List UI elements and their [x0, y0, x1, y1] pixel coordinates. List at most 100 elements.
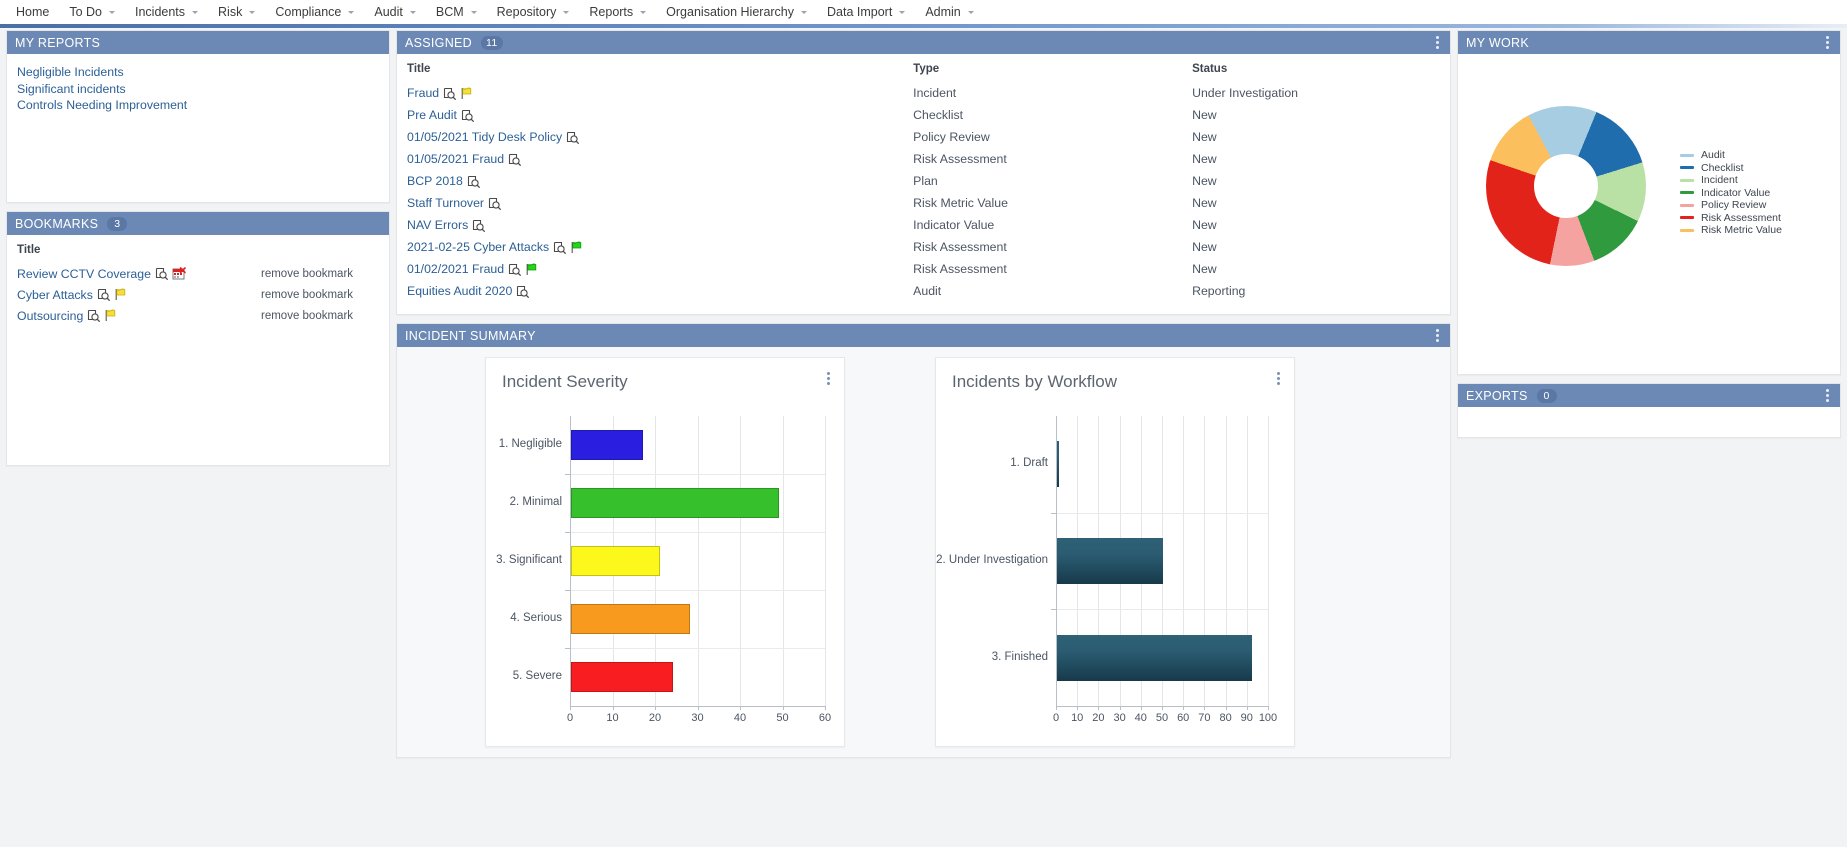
- nav-item-to-do[interactable]: To Do: [59, 0, 125, 24]
- incident-summary-options-icon[interactable]: [1433, 327, 1442, 344]
- chart-bar[interactable]: [571, 662, 673, 692]
- my-work-body: Audit Checklist Incident Indicator Value Pol…: [1458, 54, 1840, 374]
- legend-label: Checklist: [1701, 161, 1744, 174]
- dashboard-page: MY REPORTS Negligible Incidents Significa…: [0, 24, 1847, 847]
- assigned-title-link[interactable]: Staff Turnover: [407, 196, 484, 210]
- assigned-table-body: Fraud Incident Under Investigation Pre Audi…: [407, 82, 1440, 302]
- assigned-cell-title: Fraud: [407, 82, 913, 104]
- x-tick-label: 60: [818, 712, 832, 724]
- bookmark-title-link[interactable]: Outsourcing: [17, 309, 83, 323]
- incidents-by-workflow-options-icon[interactable]: [1274, 370, 1283, 387]
- legend-item[interactable]: Audit: [1680, 149, 1782, 162]
- preview-icon[interactable]: [461, 109, 474, 122]
- my-report-link[interactable]: Controls Needing Improvement: [17, 97, 187, 114]
- preview-icon[interactable]: [553, 241, 567, 254]
- flag-green-icon[interactable]: [570, 241, 583, 254]
- gridline: [1268, 416, 1269, 706]
- my-work-donut-chart: [1486, 106, 1646, 266]
- exports-title: EXPORTS: [1466, 388, 1528, 403]
- assigned-cell-type: Risk Metric Value: [913, 196, 1008, 210]
- my-report-link[interactable]: Negligible Incidents: [17, 64, 124, 81]
- preview-icon[interactable]: [566, 131, 580, 144]
- chart-bar[interactable]: [1057, 441, 1060, 488]
- gridline: [740, 416, 741, 706]
- assigned-title-link[interactable]: Fraud: [407, 86, 439, 100]
- preview-icon[interactable]: [443, 87, 457, 100]
- remove-bookmark-link[interactable]: remove bookmark: [261, 310, 379, 322]
- exports-options-icon[interactable]: [1823, 387, 1832, 404]
- preview-icon[interactable]: [467, 175, 480, 188]
- nav-item-bcm[interactable]: BCM: [426, 0, 487, 24]
- nav-item-compliance[interactable]: Compliance: [265, 0, 364, 24]
- bookmark-title-link[interactable]: Review CCTV Coverage: [17, 267, 151, 281]
- assigned-title-link[interactable]: NAV Errors: [407, 218, 468, 232]
- assigned-cell-type: Checklist: [913, 108, 964, 122]
- flag-yellow-icon[interactable]: [114, 288, 127, 301]
- legend-item[interactable]: Incident: [1680, 174, 1782, 187]
- nav-item-risk[interactable]: Risk: [208, 0, 265, 24]
- preview-icon[interactable]: [97, 288, 110, 301]
- assigned-title-link[interactable]: BCP 2018: [407, 174, 463, 188]
- assigned-cell-status: New: [1192, 196, 1217, 210]
- chart-bar[interactable]: [571, 546, 661, 576]
- flag-yellow-icon[interactable]: [104, 309, 117, 322]
- nav-item-repository[interactable]: Repository: [487, 0, 580, 24]
- assigned-title-link[interactable]: 2021-02-25 Cyber Attacks: [407, 240, 549, 254]
- incidents-by-workflow-chart-card: Incidents by Workflow 0 10 20 30 40 50 60 70 80 9…: [935, 357, 1295, 747]
- incident-summary-title: INCIDENT SUMMARY: [405, 328, 536, 343]
- preview-icon[interactable]: [472, 219, 486, 232]
- nav-item-data-import[interactable]: Data Import: [817, 0, 915, 24]
- preview-icon[interactable]: [508, 263, 522, 276]
- assigned-cell-status: Reporting: [1192, 284, 1246, 298]
- preview-icon[interactable]: [516, 285, 530, 298]
- table-row: 01/05/2021 Fraud Risk Assessment New: [407, 148, 1440, 170]
- assigned-table-header-row: Title Type Status: [407, 62, 1440, 82]
- bookmarks-header: BOOKMARKS 3: [7, 212, 389, 235]
- nav-item-home[interactable]: Home: [6, 0, 59, 24]
- remove-bookmark-link[interactable]: remove bookmark: [261, 289, 379, 301]
- bookmark-title-link[interactable]: Cyber Attacks: [17, 288, 93, 302]
- preview-icon[interactable]: [508, 153, 522, 166]
- x-tick-label: 20: [648, 712, 662, 724]
- legend-item[interactable]: Checklist: [1680, 162, 1782, 175]
- my-report-link[interactable]: Significant incidents: [17, 81, 126, 98]
- assigned-title-link[interactable]: 01/05/2021 Tidy Desk Policy: [407, 130, 562, 144]
- chart-bar[interactable]: [571, 604, 690, 634]
- bookmarks-body: Title Review CCTV Coverage remove bookmar…: [7, 235, 389, 465]
- assigned-title-link[interactable]: Equities Audit 2020: [407, 284, 512, 298]
- chart-bar[interactable]: [571, 488, 780, 518]
- assigned-title-link[interactable]: 01/05/2021 Fraud: [407, 152, 504, 166]
- nav-item-organisation-hierarchy[interactable]: Organisation Hierarchy: [656, 0, 817, 24]
- calendar-alert-icon[interactable]: [172, 267, 186, 280]
- legend-item[interactable]: Risk Assessment: [1680, 212, 1782, 225]
- preview-icon[interactable]: [488, 197, 501, 210]
- nav-item-incidents[interactable]: Incidents: [125, 0, 208, 24]
- chart-bar[interactable]: [1057, 538, 1163, 584]
- x-tick-mark: [1268, 706, 1269, 710]
- preview-icon[interactable]: [155, 267, 168, 280]
- chart-bar[interactable]: [1057, 634, 1253, 681]
- remove-bookmark-link[interactable]: remove bookmark: [261, 268, 379, 280]
- flag-yellow-icon[interactable]: [460, 87, 473, 100]
- table-row: Pre Audit Checklist New: [407, 104, 1440, 126]
- my-work-options-icon[interactable]: [1823, 34, 1832, 51]
- incident-severity-options-icon[interactable]: [824, 370, 833, 387]
- x-tick-mark: [825, 706, 826, 710]
- legend-item[interactable]: Risk Metric Value: [1680, 224, 1782, 237]
- legend-item[interactable]: Indicator Value: [1680, 187, 1782, 200]
- assigned-options-icon[interactable]: [1433, 34, 1442, 51]
- assigned-table: Title Type Status Fraud Incident Under Inv…: [407, 62, 1440, 302]
- nav-item-audit[interactable]: Audit: [364, 0, 426, 24]
- legend-label: Risk Assessment: [1701, 211, 1781, 224]
- my-reports-panel: MY REPORTS Negligible Incidents Significa…: [6, 30, 390, 203]
- preview-icon[interactable]: [87, 309, 101, 322]
- nav-item-reports[interactable]: Reports: [579, 0, 656, 24]
- legend-item[interactable]: Policy Review: [1680, 199, 1782, 212]
- nav-item-admin[interactable]: Admin: [915, 0, 983, 24]
- flag-green-icon[interactable]: [525, 263, 538, 276]
- chevron-down-icon: [801, 10, 808, 14]
- assigned-title-link[interactable]: 01/02/2021 Fraud: [407, 262, 504, 276]
- assigned-title-link[interactable]: Pre Audit: [407, 108, 457, 122]
- assigned-cell-title: 2021-02-25 Cyber Attacks: [407, 236, 913, 258]
- chart-bar[interactable]: [571, 430, 644, 460]
